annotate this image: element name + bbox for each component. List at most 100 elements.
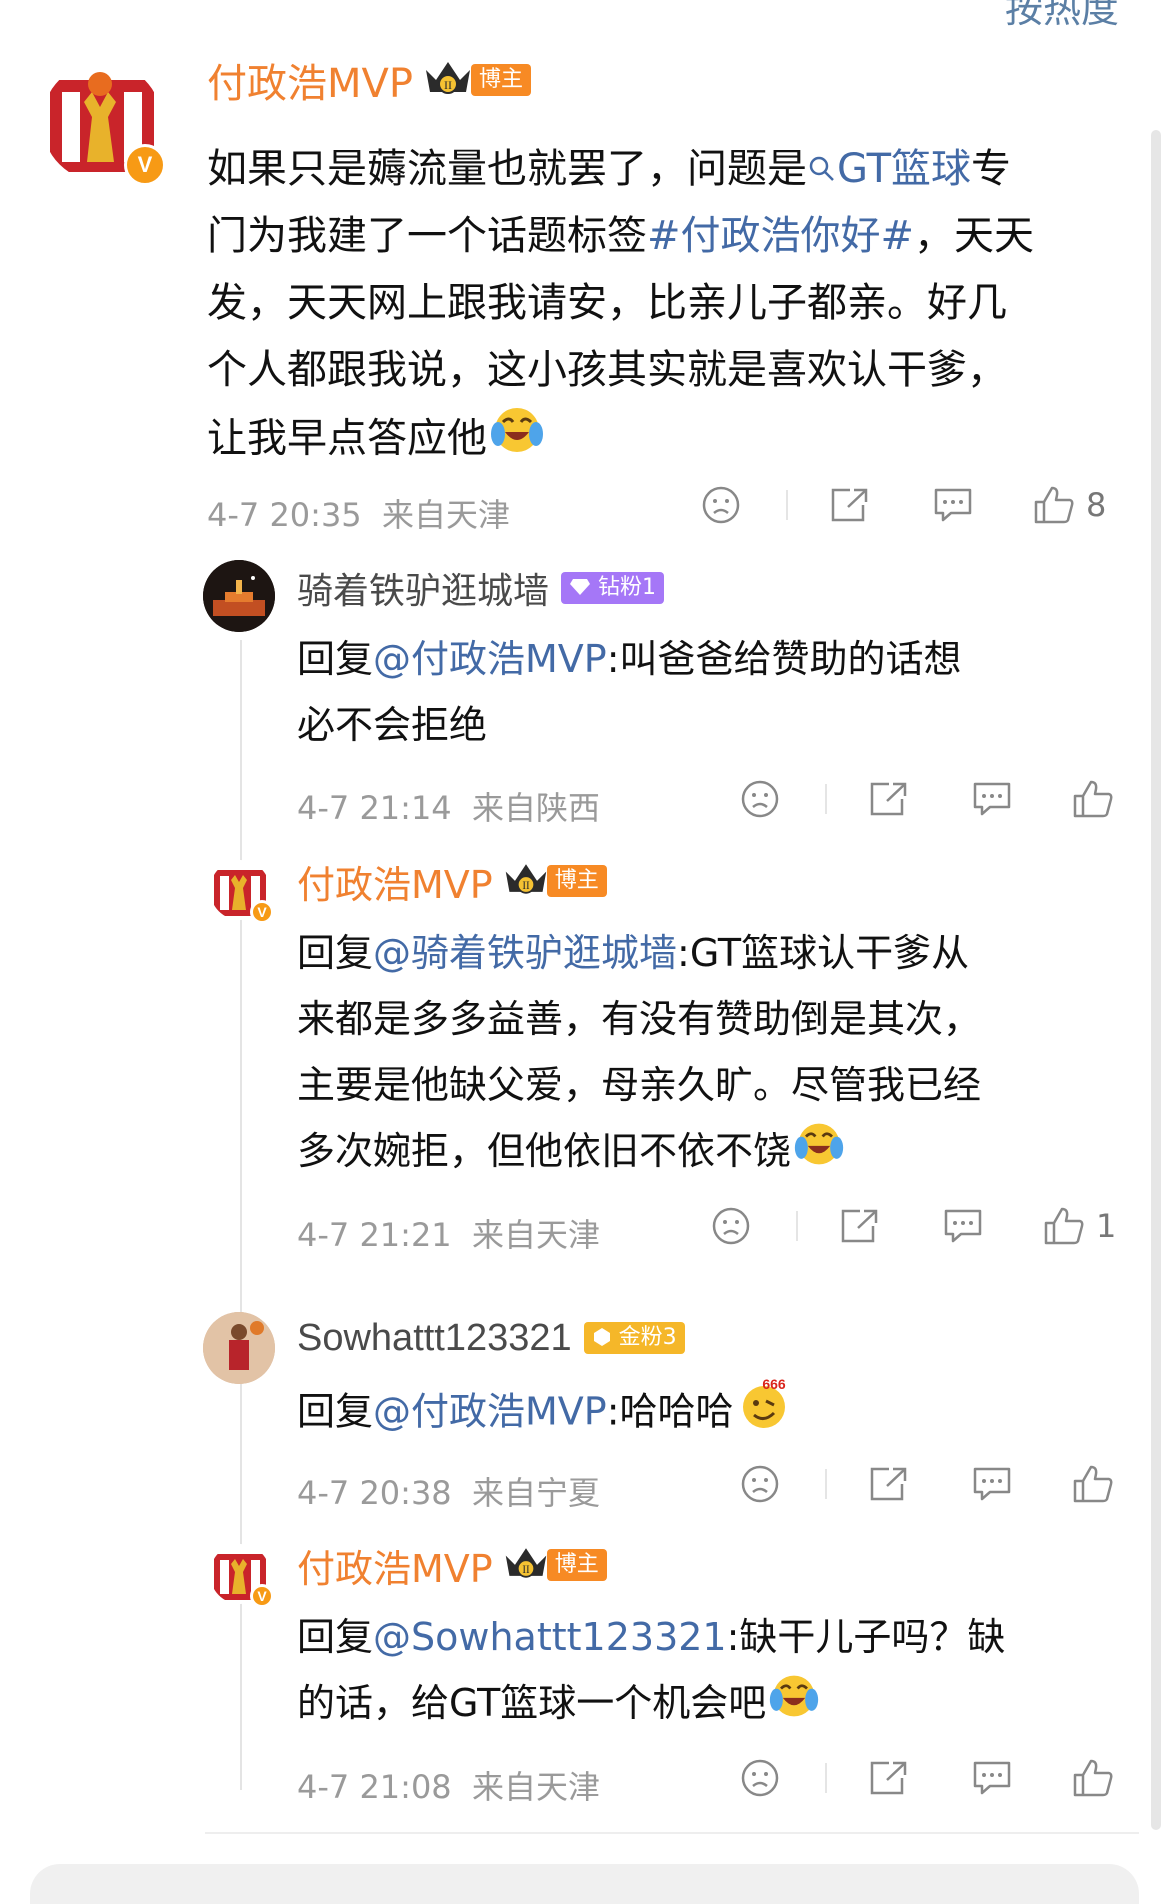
dislike-button[interactable]: [706, 1206, 756, 1246]
verified-badge: V: [124, 144, 166, 186]
search-link[interactable]: GT篮球: [807, 146, 971, 192]
reply-meta: 4-7 21:21 来自天津: [297, 1210, 600, 1256]
city-night-icon: [203, 560, 275, 632]
reply-author-name[interactable]: Sowhattt123321: [297, 1317, 572, 1360]
reply-button[interactable]: [967, 1464, 1017, 1504]
dislike-button[interactable]: [735, 1758, 785, 1798]
timestamp: 4-7 21:14: [297, 789, 452, 827]
share-icon: [831, 488, 868, 522]
dislike-button[interactable]: [735, 1464, 785, 1504]
reply-button[interactable]: [967, 1758, 1017, 1798]
comment-line-1: 如果只是薅流量也就罢了，问题是 GT篮球专: [207, 136, 1034, 203]
scrollbar[interactable]: [1151, 130, 1161, 1830]
author-name[interactable]: 付政浩MVP: [207, 51, 413, 109]
blogger-tag: 博主: [546, 865, 607, 897]
timestamp: 4-7 21:21: [297, 1216, 452, 1254]
sad-face-icon: [702, 486, 740, 524]
location: 来自宁夏: [472, 1474, 601, 1512]
reply-author-name[interactable]: 付政浩MVP: [297, 854, 493, 909]
verified-badge: V: [250, 1584, 274, 1608]
comment-line-5: 让我早点答应他: [207, 404, 1034, 477]
like-button[interactable]: [1071, 778, 1115, 820]
main-comment-meta: 4-7 20:35 来自天津: [207, 490, 510, 536]
sad-face-icon: [741, 1465, 779, 1503]
reply-actions: [735, 1757, 1115, 1799]
search-link-text[interactable]: GT篮球: [837, 146, 971, 192]
reply-line-2: 的话，给GT篮球一个机会吧: [297, 1670, 1005, 1741]
thumbs-up-icon: [1044, 1207, 1084, 1245]
reply-text: 回复@骑着铁驴逛城墙:GT篮球认干爹从 来都是多多益善，有没有赞助倒是其次， 主…: [297, 920, 981, 1189]
author-avatar[interactable]: V: [42, 62, 166, 186]
svg-text:II: II: [522, 1564, 530, 1576]
reply-line-3: 主要是他缺父爱，母亲久旷。尽管我已经: [297, 1063, 982, 1107]
svg-text:II: II: [522, 880, 530, 892]
share-button[interactable]: [834, 1206, 884, 1246]
reply-button[interactable]: [967, 779, 1017, 819]
location: 来自陕西: [472, 789, 601, 827]
reply-prefix: 回复: [297, 1615, 374, 1659]
comment-icon: [934, 488, 972, 522]
reply-button[interactable]: [938, 1206, 988, 1246]
fan-level-text: 金粉3: [618, 1325, 677, 1350]
comment-icon: [973, 782, 1011, 816]
divider: [825, 784, 827, 814]
share-button[interactable]: [863, 779, 913, 819]
share-icon: [841, 1209, 878, 1243]
reply-avatar[interactable]: [203, 560, 275, 632]
reply-text: 回复@付政浩MVP:哈哈哈 666: [297, 1376, 792, 1451]
comment-line-2: 门为我建了一个话题标签#付政浩你好#，天天: [207, 203, 1034, 270]
like-count: 1: [1096, 1207, 1117, 1245]
mention-link[interactable]: @骑着铁驴逛城墙: [373, 931, 677, 975]
reply-author-line: Sowhattt123321 金粉3: [297, 1310, 685, 1366]
svg-text:666: 666: [762, 1377, 786, 1392]
reply-author-name[interactable]: 骑着铁驴逛城墙: [297, 562, 549, 614]
blogger-tag: 博主: [471, 64, 532, 96]
search-icon: [809, 156, 834, 181]
share-button[interactable]: [824, 485, 874, 525]
mention-link[interactable]: @付政浩MVP: [373, 637, 607, 681]
divider: [825, 1763, 827, 1793]
mention-link[interactable]: @Sowhattt123321: [373, 1615, 727, 1659]
main-comment-text: 如果只是薅流量也就罢了，问题是 GT篮球专 门为我建了一个话题标签#付政浩你好#，…: [207, 136, 1034, 477]
share-button[interactable]: [863, 1758, 913, 1798]
reply-meta: 4-7 21:08 来自天津: [297, 1762, 600, 1808]
text-segment: :叫爸爸给赞助的话想: [606, 637, 962, 681]
reply-avatar[interactable]: [203, 1312, 275, 1384]
reply-actions: 1: [706, 1205, 1116, 1247]
reply-actions: [735, 778, 1115, 820]
reply-actions: [735, 1463, 1115, 1505]
dislike-button[interactable]: [696, 485, 746, 525]
fan-level-tag: 金粉3: [583, 1322, 685, 1354]
reply-avatar[interactable]: V: [210, 860, 274, 924]
comment-icon: [944, 1209, 982, 1243]
fan-level-tag: 钻粉1: [561, 572, 665, 604]
reply-prefix: 回复: [297, 931, 374, 975]
like-button[interactable]: [1071, 1757, 1115, 1799]
author-name-line: 付政浩MVP II 博主: [207, 51, 532, 109]
timestamp: 4-7 20:35: [207, 496, 362, 534]
svg-text:II: II: [444, 78, 452, 92]
dislike-button[interactable]: [735, 779, 785, 819]
hashtag-link[interactable]: #付政浩你好#: [647, 213, 914, 259]
text-segment: :缺干儿子吗？缺: [726, 1615, 1006, 1659]
reply-prefix: 回复: [297, 1389, 374, 1434]
like-button[interactable]: [1071, 1463, 1115, 1505]
laughing-crying-emoji: [768, 1671, 820, 1741]
text-segment: ，天天: [914, 213, 1035, 259]
divider: [786, 490, 788, 520]
crown-icon: II: [503, 1544, 549, 1586]
reply-button[interactable]: [928, 485, 978, 525]
laughing-crying-emoji: [793, 1119, 845, 1189]
mention-link[interactable]: @付政浩MVP: [373, 1390, 607, 1434]
like-button[interactable]: 1: [1042, 1205, 1116, 1247]
thumbs-up-icon: [1073, 780, 1113, 818]
reply-avatar[interactable]: V: [210, 1544, 274, 1608]
sort-by-hot-label[interactable]: 按热度: [1005, 0, 1119, 33]
sad-face-icon: [741, 780, 779, 818]
verified-badge: V: [250, 900, 274, 924]
reply-author-name[interactable]: 付政浩MVP: [297, 1538, 493, 1593]
text-segment: 如果只是薅流量也就罢了，问题是: [207, 146, 807, 192]
like-button[interactable]: 8: [1032, 484, 1106, 526]
reply-prefix: 回复: [297, 637, 374, 681]
share-button[interactable]: [863, 1464, 913, 1504]
